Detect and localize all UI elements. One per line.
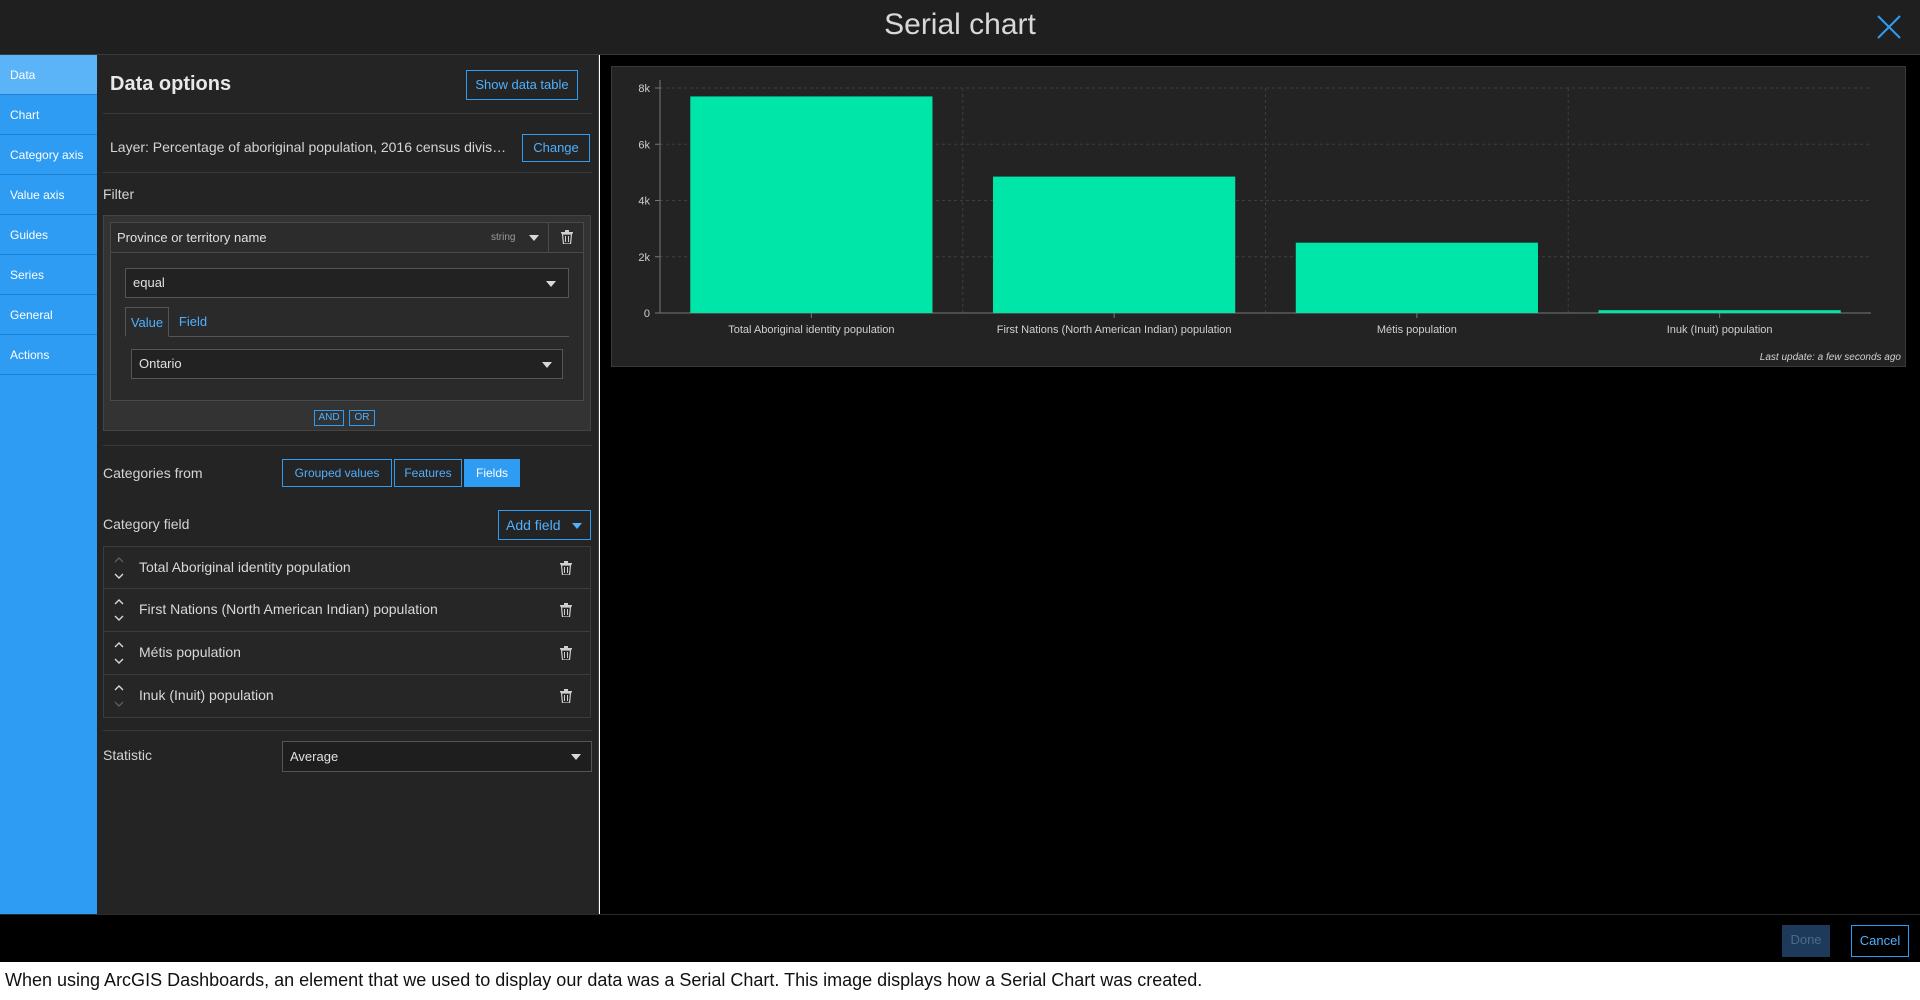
category-field-label: Category field: [103, 516, 190, 532]
trash-icon[interactable]: [560, 561, 572, 575]
list-item[interactable]: First Nations (North American Indian) po…: [103, 589, 591, 632]
trash-icon[interactable]: [560, 603, 572, 617]
sidebar-item-value-axis[interactable]: Value axis: [0, 175, 97, 215]
divider: [548, 223, 549, 253]
category-field-name: First Nations (North American Indian) po…: [139, 601, 438, 617]
sidebar-item-guides[interactable]: Guides: [0, 215, 97, 255]
field-type-badge: string: [491, 232, 516, 243]
divider: [103, 730, 592, 731]
cancel-button[interactable]: Cancel: [1851, 925, 1909, 957]
y-tick-label: 8k: [638, 83, 650, 95]
category-field-list: Total Aboriginal identity population Fir…: [103, 546, 591, 718]
reorder-icon[interactable]: [114, 640, 124, 666]
tab-field[interactable]: Field: [171, 307, 215, 337]
chevron-down-icon: [571, 754, 581, 760]
x-tick-label: First Nations (North American Indian) po…: [997, 324, 1232, 336]
filter-clause: Province or territory name string equal …: [110, 222, 584, 401]
features-option[interactable]: Features: [394, 459, 462, 487]
dialog-footer: Done Cancel: [0, 914, 1920, 962]
chevron-down-icon: [546, 281, 556, 287]
data-options-panel: Data options Show data table Layer: Perc…: [97, 55, 599, 914]
statistic-select[interactable]: Average: [282, 741, 592, 772]
add-or-clause-button[interactable]: OR: [349, 410, 375, 426]
bar: [690, 96, 933, 313]
caption-text: When using ArcGIS Dashboards, an element…: [5, 970, 1203, 990]
filter-label: Filter: [103, 186, 135, 202]
operator-select[interactable]: equal: [125, 268, 569, 298]
category-field-name: Inuk (Inuit) population: [139, 687, 274, 703]
divider: [103, 113, 592, 114]
fields-option[interactable]: Fields: [464, 459, 520, 487]
sidebar-item-category-axis[interactable]: Category axis: [0, 135, 97, 175]
value-field-tabs: Value Field: [125, 307, 569, 337]
dialog-title: Serial chart: [884, 8, 1036, 41]
x-tick-label: Total Aboriginal identity population: [728, 324, 894, 336]
categories-from-label: Categories from: [103, 465, 203, 481]
statistic-value: Average: [290, 749, 339, 764]
chevron-down-icon: [572, 523, 582, 529]
reorder-icon[interactable]: [114, 555, 124, 581]
category-field-name: Métis population: [139, 644, 241, 660]
bar: [1598, 310, 1841, 313]
show-data-table-button[interactable]: Show data table: [466, 70, 578, 100]
delete-filter-icon[interactable]: [561, 230, 573, 244]
sidebar-item-actions[interactable]: Actions: [0, 335, 97, 375]
filter-box: Province or territory name string equal …: [103, 215, 591, 431]
x-tick-label: Métis population: [1377, 324, 1457, 336]
bar: [1295, 242, 1538, 313]
y-tick-label: 6k: [638, 139, 650, 151]
filter-value-select[interactable]: Ontario: [131, 349, 563, 379]
add-field-button[interactable]: Add field: [498, 510, 591, 540]
divider: [103, 172, 592, 173]
sidebar-item-series[interactable]: Series: [0, 255, 97, 295]
add-field-label: Add field: [506, 517, 561, 533]
bar: [993, 176, 1236, 313]
sidebar-item-general[interactable]: General: [0, 295, 97, 335]
layer-name: Layer: Percentage of aboriginal populati…: [110, 139, 507, 155]
y-tick-label: 4k: [638, 196, 650, 208]
chevron-down-icon[interactable]: [529, 235, 539, 241]
list-item[interactable]: Métis population: [103, 632, 591, 675]
trash-icon[interactable]: [560, 689, 572, 703]
close-icon[interactable]: [1872, 10, 1906, 44]
done-button[interactable]: Done: [1782, 925, 1830, 957]
x-tick-label: Inuk (Inuit) population: [1667, 324, 1773, 336]
change-layer-button[interactable]: Change: [522, 134, 590, 162]
sidebar-item-data[interactable]: Data: [0, 55, 97, 95]
trash-icon[interactable]: [560, 646, 572, 660]
filter-field-name: Province or territory name: [117, 230, 267, 245]
divider: [103, 445, 592, 446]
filter-field-row[interactable]: Province or territory name string: [111, 223, 583, 253]
sidebar-item-chart[interactable]: Chart: [0, 95, 97, 135]
operator-value: equal: [133, 275, 165, 290]
grouped-values-option[interactable]: Grouped values: [282, 459, 392, 487]
add-and-clause-button[interactable]: AND: [314, 410, 344, 426]
list-item[interactable]: Inuk (Inuit) population: [103, 675, 591, 718]
reorder-icon[interactable]: [114, 597, 124, 623]
settings-sidebar: Data Chart Category axis Value axis Guid…: [0, 55, 97, 914]
last-update-note: Last update: a few seconds ago: [1759, 352, 1901, 363]
dialog-titlebar: Serial chart: [0, 0, 1920, 55]
tab-value[interactable]: Value: [125, 307, 169, 337]
statistic-label: Statistic: [103, 747, 153, 763]
chart-preview: 0 2k 4k 6k 8k Total Aboriginal identity popul…: [611, 66, 1906, 367]
y-tick-label: 0: [644, 308, 650, 320]
chevron-down-icon: [542, 362, 552, 368]
category-field-name: Total Aboriginal identity population: [139, 559, 351, 575]
serial-chart: 0 2k 4k 6k 8k Total Aboriginal identity popul…: [638, 80, 1871, 336]
y-tick-label: 2k: [638, 252, 650, 264]
reorder-icon[interactable]: [114, 683, 124, 709]
list-item[interactable]: Total Aboriginal identity population: [103, 546, 591, 589]
filter-value: Ontario: [139, 356, 182, 371]
panel-heading: Data options: [110, 73, 232, 95]
